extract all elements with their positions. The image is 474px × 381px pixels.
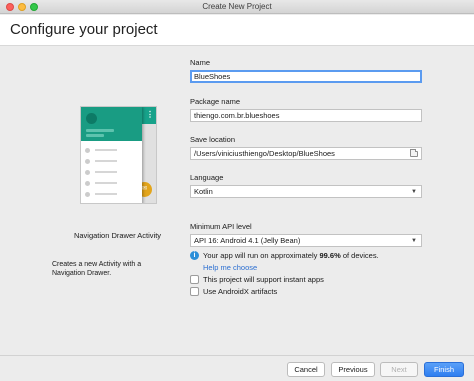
- save-location-field[interactable]: /Users/viniciusthiengo/Desktop/BlueShoes: [190, 147, 422, 160]
- template-preview: ⋮ ✉: [80, 106, 157, 204]
- info-icon: i: [190, 251, 199, 260]
- name-label: Name: [190, 58, 211, 67]
- page-title: Configure your project: [10, 21, 158, 38]
- window-titlebar: Create New Project: [0, 0, 474, 14]
- content-area: ⋮ ✉ Navigation Drawer Activity Creates a…: [0, 46, 474, 355]
- package-name-field[interactable]: thiengo.com.br.blueshoes: [190, 109, 422, 122]
- chevron-down-icon: ▼: [411, 238, 417, 244]
- androidx-label: Use AndroidX artifacts: [203, 287, 278, 296]
- preview-header-line: [86, 129, 114, 132]
- package-name-label: Package name: [190, 97, 241, 106]
- minimum-api-select[interactable]: API 16: Android 4.1 (Jelly Bean) ▼: [190, 234, 422, 247]
- preview-drawer-item: [85, 169, 135, 175]
- preview-avatar: [86, 113, 97, 124]
- name-value: BlueShoes: [194, 72, 231, 81]
- package-name-value: thiengo.com.br.blueshoes: [194, 111, 280, 120]
- dialog-footer: Cancel Previous Next Finish: [0, 355, 474, 381]
- previous-button[interactable]: Previous: [331, 362, 375, 377]
- api-coverage-percent: 99.6%: [319, 251, 341, 260]
- preview-drawer-item: [85, 158, 135, 164]
- preview-drawer-header: [81, 107, 142, 141]
- preview-header-line: [86, 134, 104, 137]
- name-field[interactable]: BlueShoes: [190, 70, 422, 83]
- page-header: Configure your project: [0, 15, 474, 46]
- api-info-text: Your app will run on approximately 99.6%…: [203, 251, 379, 260]
- preview-drawer-item: [85, 180, 135, 186]
- language-select[interactable]: Kotlin ▼: [190, 185, 422, 198]
- minimum-api-label: Minimum API level: [190, 222, 252, 231]
- help-me-choose-link[interactable]: Help me choose: [203, 263, 257, 272]
- preview-drawer-item: [85, 147, 135, 153]
- instant-apps-label: This project will support instant apps: [203, 275, 324, 284]
- preview-drawer: [81, 107, 142, 203]
- cancel-button[interactable]: Cancel: [287, 362, 325, 377]
- language-label: Language: [190, 173, 224, 182]
- folder-icon[interactable]: [410, 149, 418, 157]
- chevron-down-icon: ▼: [411, 189, 417, 195]
- more-vertical-icon: ⋮: [146, 110, 154, 119]
- api-info-row: i Your app will run on approximately 99.…: [190, 251, 430, 261]
- save-location-value: /Users/viniciusthiengo/Desktop/BlueShoes: [194, 149, 335, 158]
- template-name: Navigation Drawer Activity: [73, 231, 162, 240]
- window-title: Create New Project: [202, 2, 272, 11]
- instant-apps-checkbox[interactable]: [190, 275, 199, 284]
- minimum-api-value: API 16: Android 4.1 (Jelly Bean): [194, 236, 301, 245]
- save-location-label: Save location: [190, 135, 236, 144]
- next-button[interactable]: Next: [380, 362, 418, 377]
- finish-button[interactable]: Finish: [424, 362, 464, 377]
- template-description: Creates a new Activity with a Navigation…: [52, 261, 142, 277]
- language-value: Kotlin: [194, 187, 213, 196]
- androidx-checkbox[interactable]: [190, 287, 199, 296]
- preview-drawer-item: [85, 191, 135, 197]
